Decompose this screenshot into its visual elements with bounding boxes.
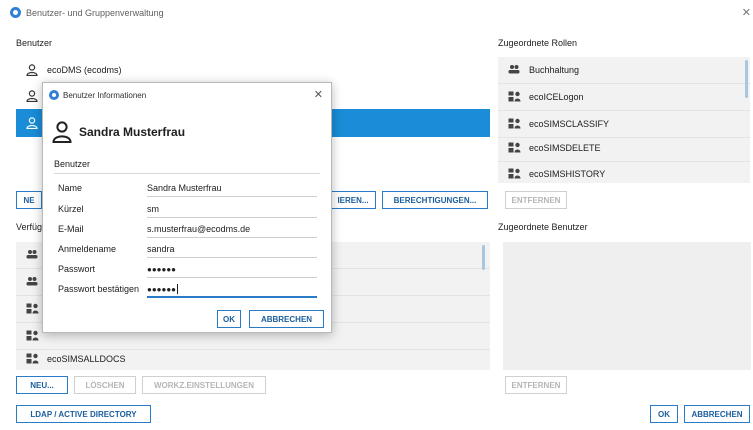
role-name: Buchhaltung <box>529 65 580 75</box>
password-field[interactable]: ●●●●●● <box>147 265 176 274</box>
abbreviation-label: Kürzel <box>58 204 84 214</box>
list-item-role[interactable]: ecoSIMSDELETE <box>498 135 746 161</box>
list-item-user[interactable]: ecoDMS (ecodms) <box>16 57 490 83</box>
cancel-button[interactable]: ABBRECHEN <box>684 405 750 423</box>
app-logo-icon <box>10 7 21 18</box>
user-name: ecoDMS (ecodms) <box>47 65 122 75</box>
window-title: Benutzer- und Gruppenverwaltung <box>26 8 164 18</box>
role-icon <box>508 142 522 154</box>
role-icon <box>508 118 522 130</box>
assigned-roles-list: Buchhaltung ecoICELogon ecoSIMSCLASSIFY … <box>498 57 750 183</box>
password-confirm-value: ●●●●●● <box>147 285 176 294</box>
assigned-users-list <box>503 242 751 370</box>
abbreviation-field-underline <box>147 217 317 218</box>
assigned-users-label: Zugeordnete Benutzer <box>498 222 588 232</box>
user-icon <box>26 90 40 103</box>
role-name: ecoSIMSDELETE <box>529 143 601 153</box>
remove-role-button[interactable]: ENTFERNEN <box>505 191 567 209</box>
available-name: ecoSIMSALLDOCS <box>47 354 126 364</box>
list-item-role[interactable]: Buchhaltung <box>498 57 746 83</box>
new-available-button[interactable]: NEU... <box>16 376 68 394</box>
dialog-close-icon[interactable]: ✕ <box>314 88 323 101</box>
remove-user-button[interactable]: ENTFERNEN <box>505 376 567 394</box>
user-icon <box>26 64 40 77</box>
assigned-roles-label: Zugeordnete Rollen <box>498 38 578 48</box>
list-item-role[interactable]: ecoSIMSCLASSIFY <box>498 111 746 137</box>
role-icon <box>508 91 522 103</box>
dialog-cancel-button[interactable]: ABBRECHEN <box>249 310 324 328</box>
role-icon <box>508 168 522 180</box>
edit-user-button[interactable]: IEREN... <box>330 191 376 209</box>
available-section-label: Verfüg <box>16 222 43 232</box>
abbreviation-field[interactable]: sm <box>147 204 159 214</box>
password-confirm-field[interactable]: ●●●●●● <box>147 284 178 294</box>
workz-settings-button[interactable]: WORKZ.EINSTELLUNGEN <box>142 376 266 394</box>
user-icon <box>26 117 40 130</box>
password-field-underline <box>147 277 317 278</box>
email-field[interactable]: s.musterfrau@ecodms.de <box>147 224 250 234</box>
available-scrollbar[interactable] <box>482 245 485 270</box>
dialog-ok-button[interactable]: OK <box>217 310 241 328</box>
app-logo-icon <box>49 90 59 100</box>
roles-scrollbar[interactable] <box>745 60 748 98</box>
login-name-label: Anmeldename <box>58 244 117 254</box>
window-close-icon[interactable]: ✕ <box>742 6 751 19</box>
title-bar: Benutzer- und Gruppenverwaltung ✕ <box>0 0 753 26</box>
role-name: ecoSIMSHISTORY <box>529 169 606 179</box>
divider <box>54 173 320 174</box>
permissions-button[interactable]: BERECHTIGUNGEN... <box>382 191 488 209</box>
password-confirm-field-underline <box>147 296 317 298</box>
role-icon <box>26 303 40 315</box>
ok-button[interactable]: OK <box>650 405 678 423</box>
delete-available-button[interactable]: LÖSCHEN <box>74 376 136 394</box>
ldap-button[interactable]: LDAP / ACTIVE DIRECTORY <box>16 405 151 423</box>
text-caret <box>177 284 178 294</box>
new-user-button[interactable]: NE <box>16 191 42 209</box>
dialog-section-label: Benutzer <box>54 159 91 169</box>
role-icon <box>26 330 40 342</box>
group-icon <box>508 64 522 76</box>
dialog-title: Benutzer Informationen <box>63 91 147 100</box>
password-label: Passwort <box>58 264 96 274</box>
list-item-role[interactable]: ecoSIMSHISTORY <box>498 161 746 183</box>
group-icon <box>26 276 40 288</box>
list-item-role[interactable]: ecoICELogon <box>498 84 746 110</box>
name-field-underline <box>147 196 317 197</box>
name-label: Name <box>58 183 83 193</box>
user-info-dialog: Benutzer Informationen ✕ Sandra Musterfr… <box>42 82 332 333</box>
email-field-underline <box>147 237 317 238</box>
name-field[interactable]: Sandra Musterfrau <box>147 183 222 193</box>
role-icon <box>26 353 40 365</box>
list-item-available[interactable]: ecoSIMSALLDOCS <box>16 346 486 370</box>
role-name: ecoICELogon <box>529 92 584 102</box>
group-icon <box>26 249 40 261</box>
login-name-field[interactable]: sandra <box>147 244 175 254</box>
password-confirm-label: Passwort bestätigen <box>58 284 140 294</box>
users-section-label: Benutzer <box>16 38 53 48</box>
login-name-field-underline <box>147 257 317 258</box>
dialog-user-name: Sandra Musterfrau <box>79 125 186 139</box>
role-name: ecoSIMSCLASSIFY <box>529 119 610 129</box>
user-icon <box>52 121 72 145</box>
email-label: E-Mail <box>58 224 84 234</box>
